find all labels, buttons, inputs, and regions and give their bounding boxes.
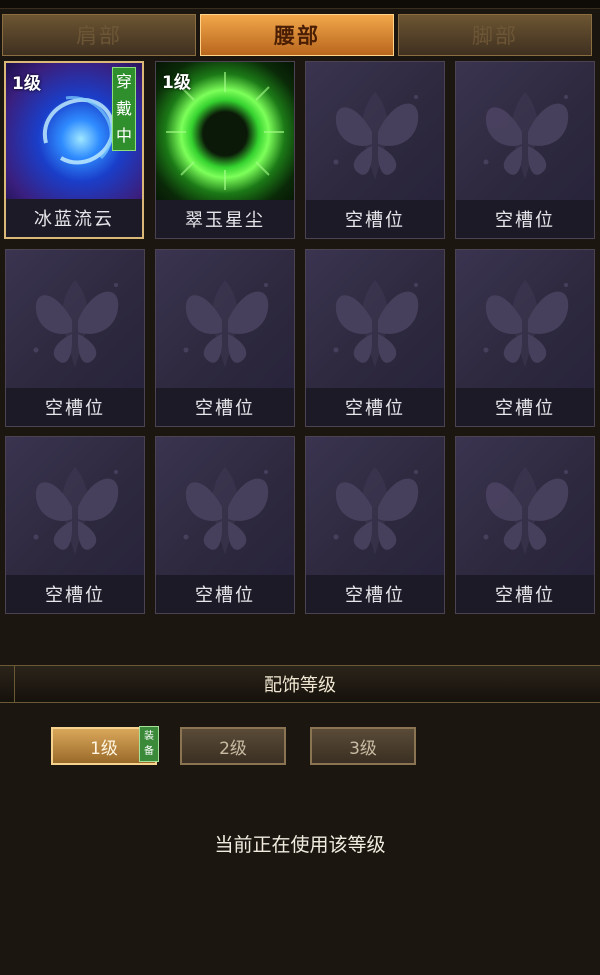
header-ornament bbox=[0, 666, 15, 702]
empty-slot[interactable]: 空槽位 bbox=[305, 61, 445, 239]
empty-slot[interactable]: 空槽位 bbox=[455, 61, 595, 239]
butterfly-icon bbox=[456, 62, 594, 200]
slot-label: 空槽位 bbox=[456, 388, 594, 426]
empty-slot[interactable]: 空槽位 bbox=[155, 249, 295, 427]
slot-label: 空槽位 bbox=[306, 388, 444, 426]
level-text: 1级 bbox=[162, 73, 191, 93]
slot-label: 空槽位 bbox=[456, 200, 594, 238]
empty-slot[interactable]: 空槽位 bbox=[5, 436, 145, 614]
butterfly-icon bbox=[156, 250, 294, 388]
empty-slot[interactable]: 空槽位 bbox=[455, 249, 595, 427]
slot-label: 空槽位 bbox=[156, 388, 294, 426]
status-text: 当前正在使用该等级 bbox=[214, 834, 386, 856]
slot-label: 空槽位 bbox=[456, 575, 594, 613]
level-2-button[interactable]: 2级 bbox=[180, 727, 286, 765]
slot-label: 空槽位 bbox=[6, 388, 144, 426]
slot-label: 空槽位 bbox=[156, 575, 294, 613]
empty-slot[interactable]: 空槽位 bbox=[5, 249, 145, 427]
butterfly-icon bbox=[306, 250, 444, 388]
butterfly-icon bbox=[306, 437, 444, 575]
wearing-badge: 穿戴中 bbox=[112, 67, 136, 151]
level-3-button[interactable]: 3级 bbox=[310, 727, 416, 765]
butterfly-icon bbox=[6, 437, 144, 575]
butterfly-icon bbox=[456, 437, 594, 575]
slot-cui-yu-xing-chen[interactable]: 1级 翠玉星尘 bbox=[155, 61, 295, 239]
empty-slot[interactable]: 空槽位 bbox=[305, 436, 445, 614]
slot-label: 空槽位 bbox=[6, 575, 144, 613]
slot-label: 翠玉星尘 bbox=[156, 200, 294, 238]
slot-label: 空槽位 bbox=[306, 200, 444, 238]
butterfly-icon bbox=[6, 250, 144, 388]
slot-label: 空槽位 bbox=[306, 575, 444, 613]
butterfly-icon bbox=[156, 437, 294, 575]
level-text: 1级 bbox=[12, 74, 41, 94]
empty-slot[interactable]: 空槽位 bbox=[455, 436, 595, 614]
section-title: 配饰等级 bbox=[264, 675, 336, 696]
empty-slot[interactable]: 空槽位 bbox=[155, 436, 295, 614]
tab-shoulder[interactable]: 肩部 bbox=[2, 14, 196, 56]
tab-foot[interactable]: 脚部 bbox=[398, 14, 592, 56]
tab-bar: 肩部 腰部 脚部 bbox=[0, 0, 600, 60]
slot-label: 冰蓝流云 bbox=[6, 199, 142, 237]
slot-bing-lan-liu-yun[interactable]: 1级 穿戴中 冰蓝流云 bbox=[4, 61, 144, 239]
butterfly-icon bbox=[306, 62, 444, 200]
equip-tag: 装备 bbox=[139, 726, 159, 762]
tab-waist[interactable]: 腰部 bbox=[200, 14, 394, 56]
empty-slot[interactable]: 空槽位 bbox=[305, 249, 445, 427]
accessory-level-header: 配饰等级 bbox=[0, 665, 600, 703]
butterfly-icon bbox=[456, 250, 594, 388]
